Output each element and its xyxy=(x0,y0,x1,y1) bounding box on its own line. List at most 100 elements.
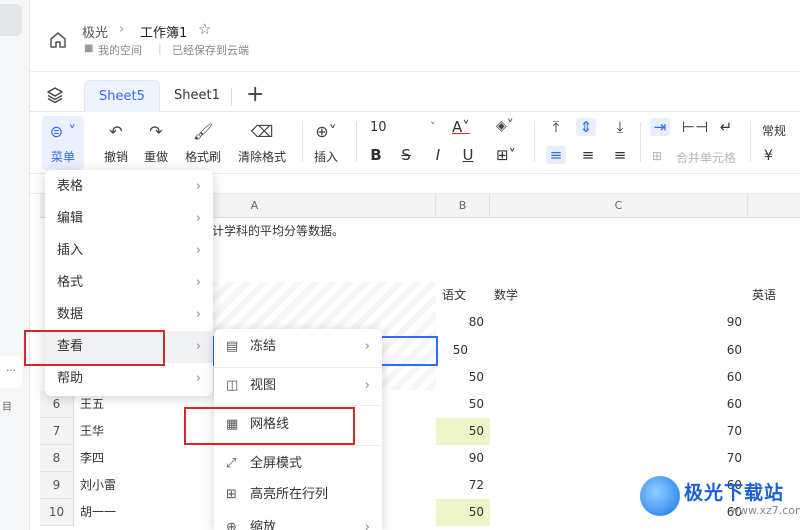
align-center-icon[interactable]: ≡ xyxy=(578,146,598,164)
home-icon[interactable] xyxy=(48,30,68,50)
number-format-select[interactable]: 常规 xyxy=(762,122,786,139)
cell-name[interactable]: 胡一一 xyxy=(80,499,116,526)
menu-item-help[interactable]: 帮助 › xyxy=(45,363,213,395)
menu-item-label: 帮助 xyxy=(57,371,84,386)
header-cell-math[interactable]: 数学 xyxy=(494,282,518,309)
intro-text-cell[interactable]: 计学科的平均分等数据。 xyxy=(212,218,344,245)
highlight-rowcol-icon: ⊞ xyxy=(226,487,237,502)
submenu-item-freeze[interactable]: ▤ 冻结 › xyxy=(214,331,382,363)
star-icon[interactable]: ☆ xyxy=(198,20,211,38)
folder-icon: ■ xyxy=(84,43,94,54)
clip-icon[interactable]: ⊢⊣ xyxy=(682,118,708,136)
add-sheet-icon[interactable]: + xyxy=(246,80,264,110)
italic-icon[interactable]: I xyxy=(428,146,448,164)
menu-item-label: 插入 xyxy=(57,243,84,258)
font-size-chevron-icon[interactable]: ˅ xyxy=(430,120,436,133)
cell-english[interactable]: 60 xyxy=(690,391,748,418)
strikethrough-icon[interactable]: S xyxy=(396,146,416,164)
cell-chinese[interactable]: 50 xyxy=(436,418,490,445)
submenu-item-view[interactable]: ◫ 视图 › xyxy=(214,370,382,402)
tab-sheet5[interactable]: Sheet5 xyxy=(84,80,160,112)
submenu-item-zoom[interactable]: ⊕ 缩放 › xyxy=(214,512,382,530)
undo-button[interactable]: ↶ 撤销 xyxy=(100,122,132,165)
tab-sheet1[interactable]: Sheet1 xyxy=(160,80,234,112)
font-color-icon[interactable]: A˅ xyxy=(452,118,470,136)
doc-title[interactable]: 工作簿1 xyxy=(140,22,187,41)
cell-english[interactable]: 60 xyxy=(690,364,748,391)
menu-item-edit[interactable]: 编辑 › xyxy=(45,203,213,235)
cell-name[interactable]: 刘小雷 xyxy=(80,472,116,499)
cell-name[interactable]: 李四 xyxy=(80,445,104,472)
cell-english[interactable]: 60 xyxy=(690,337,748,364)
menu-icon: ⊜ ˅ xyxy=(49,122,77,141)
bold-icon[interactable]: B xyxy=(366,146,386,164)
menu-button[interactable]: ⊜ ˅ 菜单 xyxy=(42,116,84,170)
cell-chinese[interactable]: 50 xyxy=(436,391,490,418)
redo-label: 重做 xyxy=(143,150,168,164)
submenu-item-label: 冻结 xyxy=(250,339,277,354)
align-left-icon[interactable]: ≡ xyxy=(546,146,566,164)
cell-english[interactable]: 70 xyxy=(690,418,748,445)
currency-icon[interactable]: ¥ xyxy=(764,148,773,164)
wrap-text-icon[interactable]: ↵ xyxy=(716,118,736,136)
sidebar-collapsed-item[interactable]: … xyxy=(0,356,22,388)
header-divider: | xyxy=(158,42,162,55)
underline-icon[interactable]: U xyxy=(458,146,478,164)
fill-color-icon[interactable]: ◈˅ xyxy=(496,118,514,134)
submenu-divider xyxy=(214,367,382,368)
format-painter-button[interactable]: 🖌 格式刷 xyxy=(180,122,226,165)
insert-button[interactable]: ⊕˅ 插入 xyxy=(308,122,344,165)
align-bottom-icon[interactable]: ⤓ xyxy=(610,118,630,136)
zoom-icon: ⊕ xyxy=(226,520,237,530)
merge-cells-icon[interactable]: ⊞ xyxy=(652,149,662,163)
align-right-icon[interactable]: ≡ xyxy=(610,146,630,164)
row-header[interactable]: 9 xyxy=(40,472,74,499)
column-header-c[interactable]: C xyxy=(490,194,748,218)
freeze-icon: ▤ xyxy=(226,339,239,354)
overflow-icon[interactable]: ⇥ xyxy=(650,118,670,136)
cell-chinese[interactable]: 80 xyxy=(436,309,490,336)
space-label[interactable]: 我的空间 xyxy=(98,42,142,58)
cell-chinese[interactable]: 50 xyxy=(436,499,490,526)
cell-english[interactable]: 90 xyxy=(690,309,748,336)
font-size-select[interactable]: 10 xyxy=(370,120,387,135)
submenu-item-fullscreen[interactable]: ⤢ 全屏模式 xyxy=(214,448,382,480)
row-header[interactable]: 10 xyxy=(40,499,74,526)
redo-button[interactable]: ↷ 重做 xyxy=(140,122,172,165)
align-middle-icon[interactable]: ⇕ xyxy=(576,118,596,136)
cell-chinese[interactable]: 50 xyxy=(436,364,490,391)
column-header-d[interactable] xyxy=(748,194,800,218)
column-header-b[interactable]: B xyxy=(436,194,490,218)
menu-item-data[interactable]: 数据 › xyxy=(45,299,213,331)
align-top-icon[interactable]: ⤒ xyxy=(546,118,566,136)
menu-item-insert[interactable]: 插入 › xyxy=(45,235,213,267)
breadcrumb-separator-icon: › xyxy=(119,22,125,37)
cell-english[interactable]: 70 xyxy=(690,445,748,472)
sidebar-active-block[interactable] xyxy=(0,4,22,36)
submenu-item-label: 全屏模式 xyxy=(250,456,303,471)
row-header[interactable]: 8 xyxy=(40,445,74,472)
clear-format-button[interactable]: ⌫ 清除格式 xyxy=(232,122,292,165)
submenu-item-label: 视图 xyxy=(250,378,277,393)
border-icon[interactable]: ⊞˅ xyxy=(492,146,520,164)
menu-item-table[interactable]: 表格 › xyxy=(45,171,213,203)
watermark-brand: 极光下载站 xyxy=(684,482,785,504)
menu-item-format[interactable]: 格式 › xyxy=(45,267,213,299)
breadcrumb-root[interactable]: 极光 xyxy=(82,22,108,41)
menu-item-label: 表格 xyxy=(57,179,84,194)
submenu-item-highlight-row-col[interactable]: ⊞ 高亮所在行列 xyxy=(214,479,382,511)
header-cell-chinese[interactable]: 语文 xyxy=(442,282,466,309)
row-header[interactable]: 7 xyxy=(40,418,74,445)
layers-icon[interactable] xyxy=(46,86,64,104)
cell-chinese[interactable]: 90 xyxy=(436,445,490,472)
toolbar-separator xyxy=(534,122,535,162)
submenu-item-label: 高亮所在行列 xyxy=(250,487,329,502)
cell-name[interactable]: 王华 xyxy=(80,418,104,445)
cell-chinese[interactable]: 50 xyxy=(416,337,474,364)
redo-icon: ↷ xyxy=(149,122,163,141)
cell-chinese[interactable]: 72 xyxy=(436,472,490,499)
header-cell-english[interactable]: 英语 xyxy=(752,282,776,309)
watermark-logo-icon xyxy=(640,476,680,516)
toolbar-separator xyxy=(750,122,751,162)
merge-cells-label[interactable]: 合并单元格 xyxy=(676,149,736,166)
